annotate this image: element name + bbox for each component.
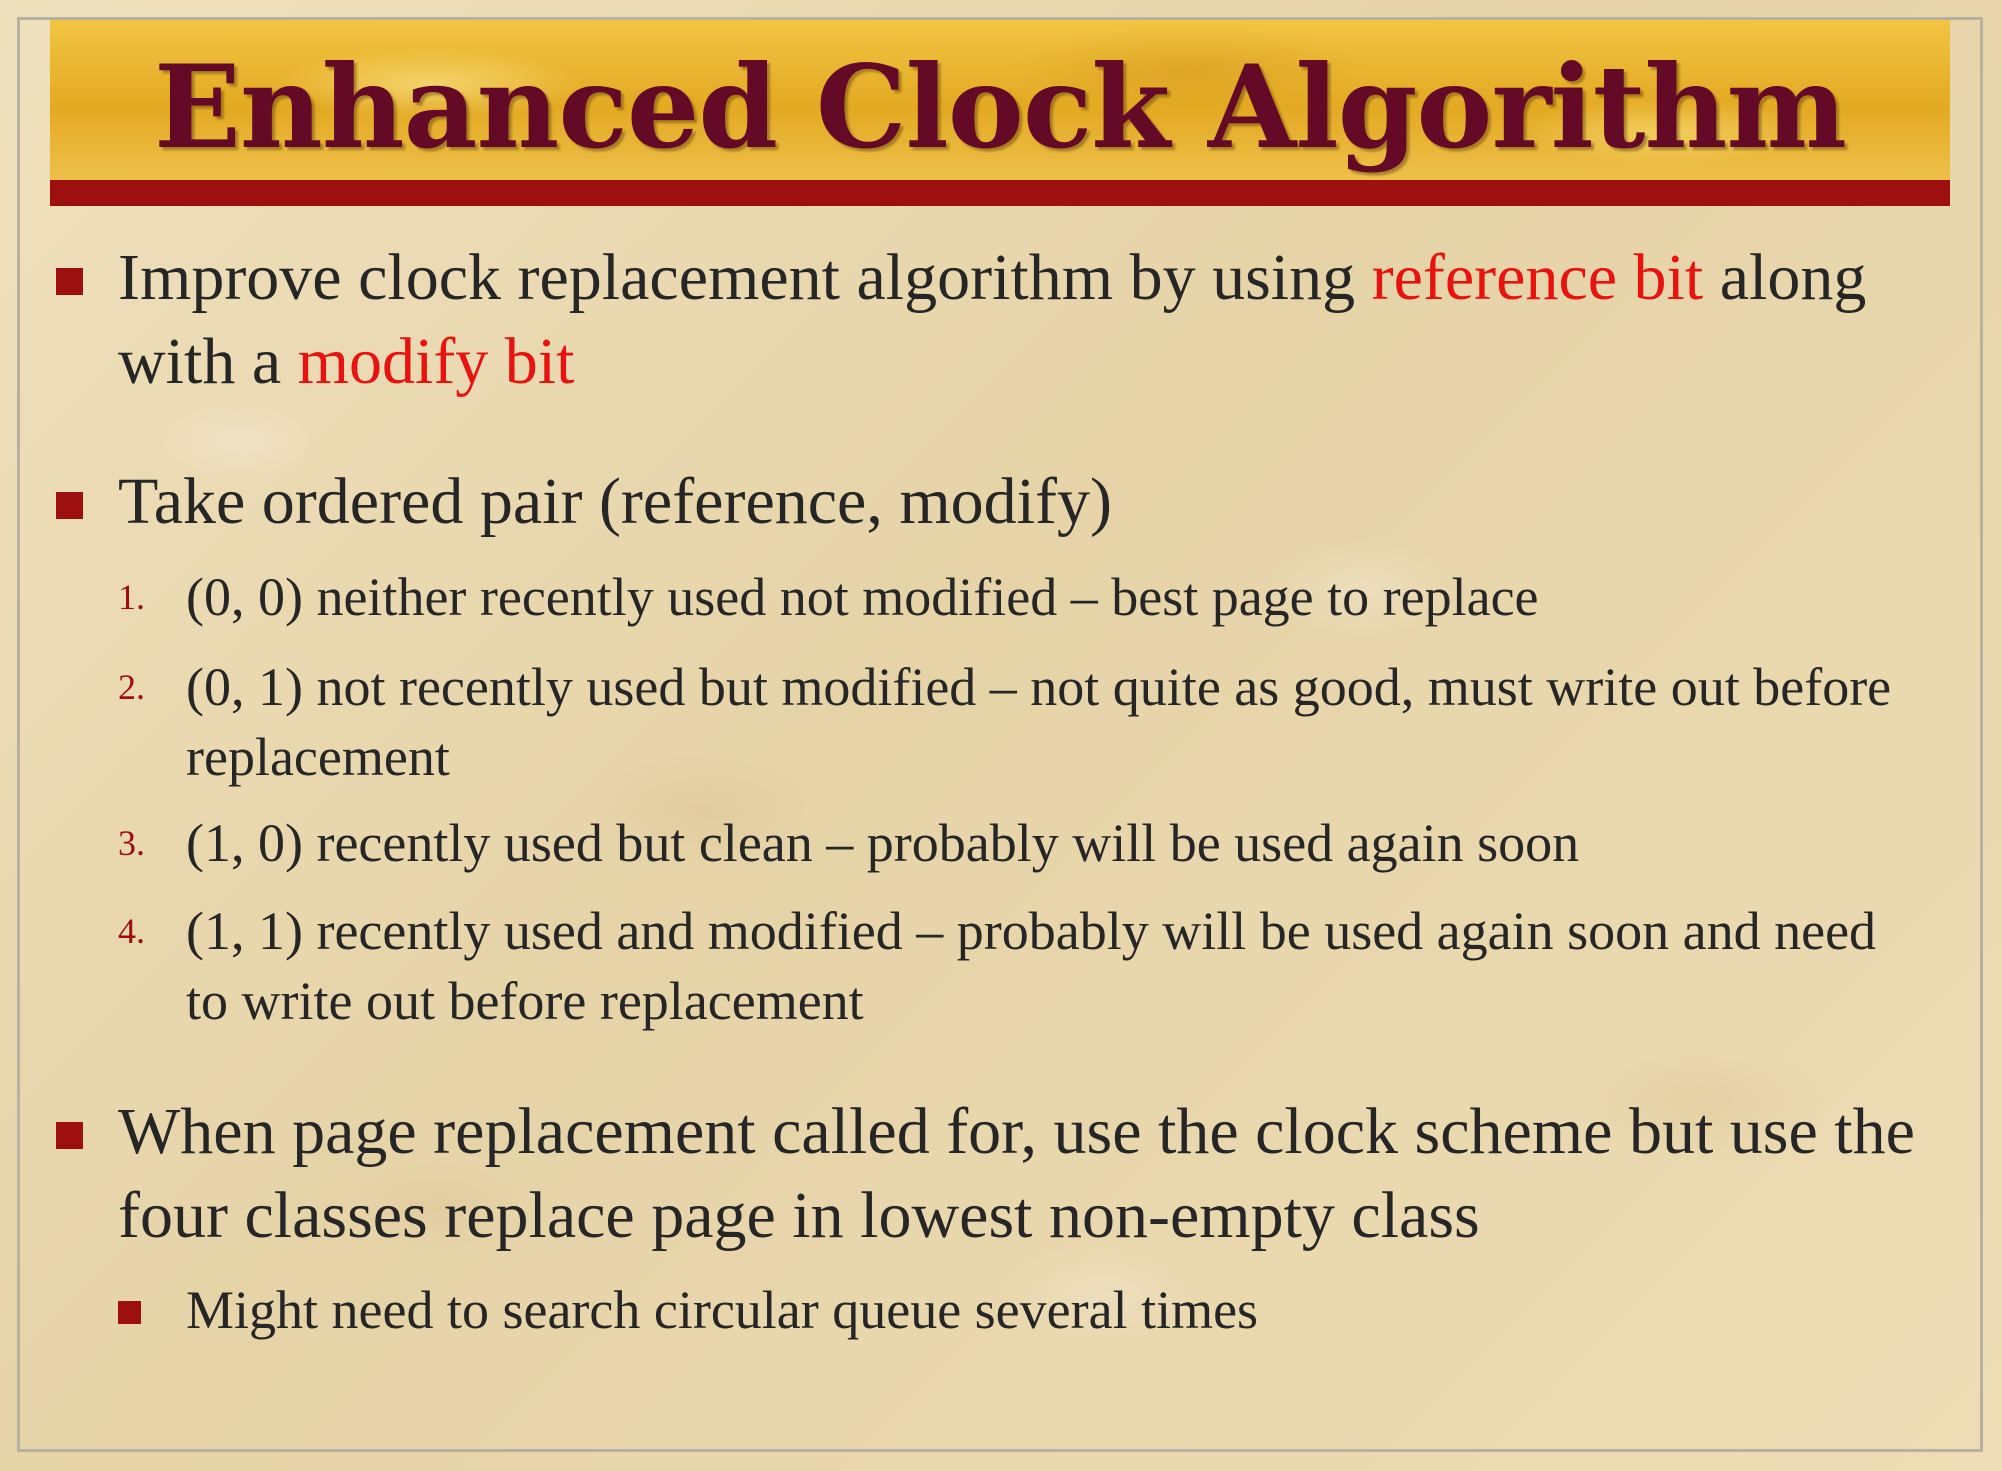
item-number: 3. <box>118 823 145 863</box>
bullet-1-text: Improve clock replacement algorithm by u… <box>118 236 1998 404</box>
item-text: (1, 0) recently used but clean – probabl… <box>186 813 1580 873</box>
item-number: 4. <box>118 911 145 951</box>
sub-bullet-text: Might need to search circular queue seve… <box>186 1280 1259 1340</box>
item-text: (1, 1) recently used and modified – prob… <box>186 901 1877 1031</box>
modify-bit-highlight: modify bit <box>297 325 575 398</box>
bullet-1-text-before: Improve clock replacement algorithm by u… <box>118 241 1372 314</box>
item-text: (0, 1) not recently used but modified – … <box>186 657 1892 787</box>
bullet-2-text: Take ordered pair (reference, modify) <box>118 465 1112 538</box>
square-bullet-icon <box>56 492 83 519</box>
reference-bit-highlight: reference bit <box>1371 241 1704 314</box>
square-bullet-icon <box>118 1301 141 1324</box>
item-number: 2. <box>118 667 145 707</box>
slide-content: Improve clock replacement algorithm by u… <box>0 0 2002 1471</box>
square-bullet-icon <box>56 268 83 295</box>
bullet-3-text: When page replacement called for, use th… <box>118 1095 1915 1252</box>
item-number: 1. <box>118 577 145 617</box>
square-bullet-icon <box>56 1122 83 1149</box>
item-text: (0, 0) neither recently used not modifie… <box>186 567 1539 627</box>
